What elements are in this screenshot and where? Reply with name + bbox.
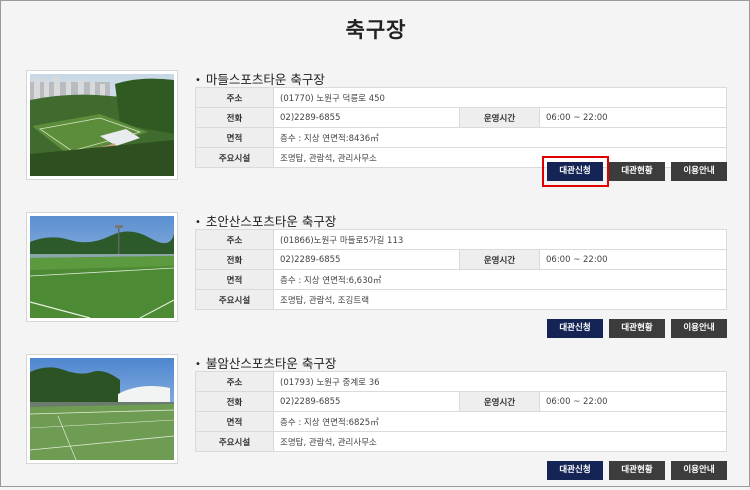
venue-info-table: 주소 (01770) 노원구 덕릉로 450 전화 02)2289-6855 운… [195, 87, 727, 168]
rental-status-button[interactable]: 대관현황 [609, 162, 665, 181]
venue-photo[interactable] [26, 354, 178, 464]
area-label: 면적 [195, 411, 274, 432]
table-row: 주소 (01866)노원구 마들로5가길 113 [195, 229, 727, 250]
phone-label: 전화 [195, 107, 274, 128]
table-row: 주소 (01770) 노원구 덕릉로 450 [195, 87, 727, 108]
area-label: 면적 [195, 127, 274, 148]
table-row: 전화 02)2289-6855 운영시간 06:00 ~ 22:00 [195, 249, 727, 270]
hours-label: 운영시간 [459, 249, 540, 270]
usage-guide-button[interactable]: 이용안내 [671, 162, 727, 181]
venue-photo[interactable] [26, 70, 178, 180]
phone-label: 전화 [195, 391, 274, 412]
venue-card: • 불암산스포츠타운 축구장 주소 (01793) 노원구 중계로 36 전화 0… [1, 354, 750, 490]
bullet-icon: • [195, 75, 201, 86]
table-row: 면적 층수 : 지상 연면적:6825㎡ [195, 411, 727, 432]
venue-title: • 불암산스포츠타운 축구장 [195, 356, 337, 371]
rental-apply-button[interactable]: 대관신청 [547, 162, 603, 181]
venue-title: • 마들스포츠타운 축구장 [195, 72, 325, 87]
facilities-value: 조명탑, 관람석, 관리사무소 [273, 431, 727, 452]
stadium-photo-image [30, 216, 174, 318]
usage-guide-button[interactable]: 이용안내 [671, 319, 727, 338]
hours-value: 06:00 ~ 22:00 [539, 249, 727, 270]
area-value: 층수 : 지상 연면적:6,630㎡ [273, 269, 727, 290]
table-row: 전화 02)2289-6855 운영시간 06:00 ~ 22:00 [195, 107, 727, 128]
phone-value: 02)2289-6855 [273, 391, 460, 412]
venue-info-table: 주소 (01866)노원구 마들로5가길 113 전화 02)2289-6855… [195, 229, 727, 310]
phone-value: 02)2289-6855 [273, 249, 460, 270]
hours-label: 운영시간 [459, 107, 540, 128]
address-label: 주소 [195, 87, 274, 108]
hours-label: 운영시간 [459, 391, 540, 412]
venue-card: • 마들스포츠타운 축구장 주소 (01770) 노원구 덕릉로 450 전화 0… [1, 70, 750, 206]
venue-card: • 초안산스포츠타운 축구장 주소 (01866)노원구 마들로5가길 113 전… [1, 212, 750, 348]
area-value: 층수 : 지상 연면적:8436㎡ [273, 127, 727, 148]
phone-value: 02)2289-6855 [273, 107, 460, 128]
page-title: 축구장 [345, 18, 407, 42]
address-label: 주소 [195, 371, 274, 392]
rental-status-button[interactable]: 대관현황 [609, 461, 665, 480]
table-row: 면적 층수 : 지상 연면적:8436㎡ [195, 127, 727, 148]
hours-value: 06:00 ~ 22:00 [539, 391, 727, 412]
bullet-icon: • [195, 217, 201, 228]
area-value: 층수 : 지상 연면적:6825㎡ [273, 411, 727, 432]
page-frame: 축구장 • 마들스포츠타운 축구장 주소 (01770) 노원구 덕릉로 450… [0, 0, 750, 487]
table-row: 면적 층수 : 지상 연면적:6,630㎡ [195, 269, 727, 290]
usage-guide-button[interactable]: 이용안내 [671, 461, 727, 480]
rental-apply-button[interactable]: 대관신청 [547, 319, 603, 338]
facilities-value: 조명탑, 관람석, 조깅트랙 [273, 289, 727, 310]
stadium-photo-image [30, 358, 174, 460]
table-row: 전화 02)2289-6855 운영시간 06:00 ~ 22:00 [195, 391, 727, 412]
address-value: (01866)노원구 마들로5가길 113 [273, 229, 727, 250]
facilities-label: 주요시설 [195, 431, 274, 452]
table-row: 주요시설 조명탑, 관람석, 관리사무소 [195, 431, 727, 452]
venue-info-table: 주소 (01793) 노원구 중계로 36 전화 02)2289-6855 운영… [195, 371, 727, 452]
rental-status-button[interactable]: 대관현황 [609, 319, 665, 338]
hours-value: 06:00 ~ 22:00 [539, 107, 727, 128]
address-value: (01793) 노원구 중계로 36 [273, 371, 727, 392]
table-row: 주소 (01793) 노원구 중계로 36 [195, 371, 727, 392]
table-row: 주요시설 조명탑, 관람석, 조깅트랙 [195, 289, 727, 310]
facilities-label: 주요시설 [195, 147, 274, 168]
address-value: (01770) 노원구 덕릉로 450 [273, 87, 727, 108]
bullet-icon: • [195, 359, 201, 370]
venue-title: • 초안산스포츠타운 축구장 [195, 214, 337, 229]
address-label: 주소 [195, 229, 274, 250]
facilities-label: 주요시설 [195, 289, 274, 310]
rental-apply-button[interactable]: 대관신청 [547, 461, 603, 480]
phone-label: 전화 [195, 249, 274, 270]
venue-photo[interactable] [26, 212, 178, 322]
area-label: 면적 [195, 269, 274, 290]
stadium-photo-image [30, 74, 174, 176]
